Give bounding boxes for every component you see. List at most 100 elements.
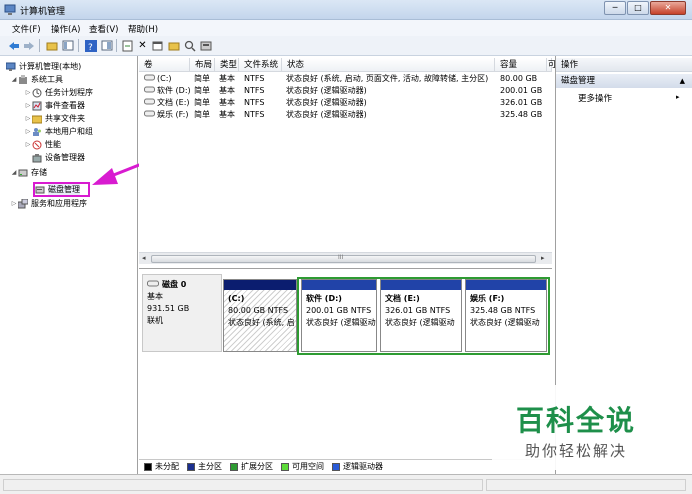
shared-folder-icon [32, 114, 42, 124]
highlight-box [33, 182, 90, 197]
table-row[interactable]: (C:) 简单 基本 NTFS 状态良好 (系统, 启动, 页面文件, 活动, … [139, 73, 552, 85]
forward-icon[interactable] [22, 39, 35, 52]
svg-text:?: ? [88, 43, 93, 52]
collapse-arrow-icon[interactable]: ◢ [10, 169, 18, 176]
computer-icon [6, 62, 16, 72]
tree-item-system-tools[interactable]: ◢ 系统工具 [10, 73, 63, 86]
performance-icon [32, 140, 42, 150]
toolbar: ? ✕ [0, 36, 692, 56]
disk-icon[interactable] [199, 39, 212, 52]
more-actions-arrow-icon[interactable]: ▸ [676, 93, 680, 101]
title-bar: 计算机管理 ─ □ ✕ [0, 0, 692, 20]
column-status[interactable]: 状态 [282, 58, 495, 72]
scroll-right-icon[interactable]: ▸ [541, 254, 545, 262]
computer-management-icon [4, 4, 16, 15]
column-volume[interactable]: 卷 [139, 58, 190, 72]
volume-list: 卷 布局 类型 文件系统 状态 容量 可 (C:) 简单 基本 NTFS 状态良… [139, 56, 557, 266]
legend-extended: 扩展分区 [230, 461, 273, 472]
console-tree: 计算机管理(本地) ◢ 系统工具 ▷ 任务计划程序 ▷ 事件查看器 ▷ 共享文件… [0, 56, 138, 474]
partition-c[interactable]: (C:) 80.00 GB NTFS 状态良好 (系统, 启 [223, 279, 297, 352]
disk-state: 联机 [147, 316, 163, 325]
expand-arrow-icon[interactable]: ▷ [24, 141, 32, 148]
legend-free-space: 可用空间 [281, 461, 324, 472]
table-row[interactable]: 娱乐 (F:) 简单 基本 NTFS 状态良好 (逻辑驱动器) 325.48 G… [139, 109, 552, 121]
open-folder-icon[interactable] [167, 39, 180, 52]
watermark: 百科全说 助你轻松解决 [492, 385, 692, 470]
column-filesystem[interactable]: 文件系统 [239, 58, 282, 72]
status-segment [486, 479, 686, 491]
menu-action[interactable]: 操作(A) [51, 23, 80, 35]
actions-section-disk-management[interactable]: 磁盘管理 ▲ [556, 74, 692, 88]
legend-unallocated: 未分配 [144, 461, 179, 472]
column-free[interactable]: 可 [547, 58, 557, 72]
volume-drive-icon [144, 97, 155, 109]
watermark-subtitle: 助你轻松解决 [525, 442, 628, 460]
show-tree-icon[interactable] [61, 39, 74, 52]
console-icon[interactable] [100, 39, 113, 52]
tree-item-event-viewer[interactable]: ▷ 事件查看器 [24, 99, 85, 112]
watermark-title: 百科全说 [516, 404, 637, 437]
up-folder-icon[interactable] [45, 39, 58, 52]
expand-arrow-icon[interactable]: ▷ [24, 128, 32, 135]
partition-d[interactable]: 软件 (D:) 200.01 GB NTFS 状态良好 (逻辑驱动 [301, 279, 377, 352]
menu-bar: 文件(F) 操作(A) 查看(V) 帮助(H) [0, 20, 692, 36]
volume-drive-icon [144, 73, 155, 85]
legend-logical: 逻辑驱动器 [332, 461, 383, 472]
disk-info-panel[interactable]: 磁盘 0 基本 931.51 GB 联机 [142, 274, 222, 352]
users-icon [32, 127, 42, 137]
partition-e[interactable]: 文档 (E:) 326.01 GB NTFS 状态良好 (逻辑驱动 [380, 279, 462, 352]
properties-icon[interactable] [151, 39, 164, 52]
minimize-button[interactable]: ─ [604, 1, 626, 15]
maximize-button[interactable]: □ [627, 1, 649, 15]
back-icon[interactable] [7, 39, 20, 52]
partition-f[interactable]: 娱乐 (F:) 325.48 GB NTFS 状态良好 (逻辑驱动 [465, 279, 547, 352]
scrollbar-grip: III [338, 254, 344, 261]
device-manager-icon [32, 153, 42, 163]
window-title: 计算机管理 [20, 7, 66, 17]
table-row[interactable]: 软件 (D:) 简单 基本 NTFS 状态良好 (逻辑驱动器) 200.01 G… [139, 85, 552, 97]
horizontal-scrollbar[interactable]: ◂ III ▸ [139, 252, 552, 264]
actions-header: 操作 [556, 58, 692, 72]
disk-type: 基本 [147, 292, 163, 301]
collapse-arrow-icon[interactable]: ◢ [10, 76, 18, 83]
menu-view[interactable]: 查看(V) [89, 23, 118, 35]
expand-arrow-icon[interactable]: ▷ [24, 89, 32, 96]
table-row[interactable]: 文档 (E:) 简单 基本 NTFS 状态良好 (逻辑驱动器) 326.01 G… [139, 97, 552, 109]
tree-item-shared-folders[interactable]: ▷ 共享文件夹 [24, 112, 85, 125]
delete-icon[interactable]: ✕ [136, 39, 149, 52]
close-button[interactable]: ✕ [650, 1, 686, 15]
tree-item-storage[interactable]: ◢ 存储 [10, 166, 47, 179]
menu-file[interactable]: 文件(F) [12, 23, 41, 35]
clock-icon [32, 88, 42, 98]
tree-item-root[interactable]: 计算机管理(本地) [6, 60, 81, 73]
disk-size: 931.51 GB [147, 304, 190, 313]
tree-item-local-users[interactable]: ▷ 本地用户和组 [24, 125, 93, 138]
tree-item-device-manager[interactable]: 设备管理器 [32, 151, 85, 164]
search-icon[interactable] [183, 39, 196, 52]
scroll-left-icon[interactable]: ◂ [142, 254, 146, 262]
tree-item-task-scheduler[interactable]: ▷ 任务计划程序 [24, 86, 93, 99]
expand-arrow-icon[interactable]: ▷ [24, 115, 32, 122]
more-actions-link[interactable]: 更多操作 [578, 92, 612, 104]
event-viewer-icon [32, 101, 42, 111]
disk-name: 磁盘 0 [162, 280, 187, 289]
expand-arrow-icon[interactable]: ▷ [10, 200, 18, 207]
tree-item-services-apps[interactable]: ▷ 服务和应用程序 [10, 197, 87, 210]
refresh-icon[interactable] [121, 39, 134, 52]
menu-help[interactable]: 帮助(H) [128, 23, 158, 35]
column-type[interactable]: 类型 [215, 58, 239, 72]
partition-legend: 未分配 主分区 扩展分区 可用空间 逻辑驱动器 [139, 459, 552, 473]
status-bar [0, 474, 692, 494]
column-capacity[interactable]: 容量 [495, 58, 547, 72]
column-layout[interactable]: 布局 [190, 58, 215, 72]
scrollbar-thumb[interactable]: III [151, 254, 536, 263]
expand-arrow-icon[interactable]: ▷ [24, 102, 32, 109]
status-segment [3, 479, 483, 491]
volume-table-header: 卷 布局 类型 文件系统 状态 容量 可 [139, 58, 557, 72]
volume-drive-icon [144, 85, 155, 97]
collapse-chevron-icon[interactable]: ▲ [680, 74, 685, 88]
help-icon[interactable]: ? [84, 39, 97, 52]
tree-item-performance[interactable]: ▷ 性能 [24, 138, 61, 151]
tools-icon [18, 74, 28, 85]
disk-icon [147, 279, 159, 291]
